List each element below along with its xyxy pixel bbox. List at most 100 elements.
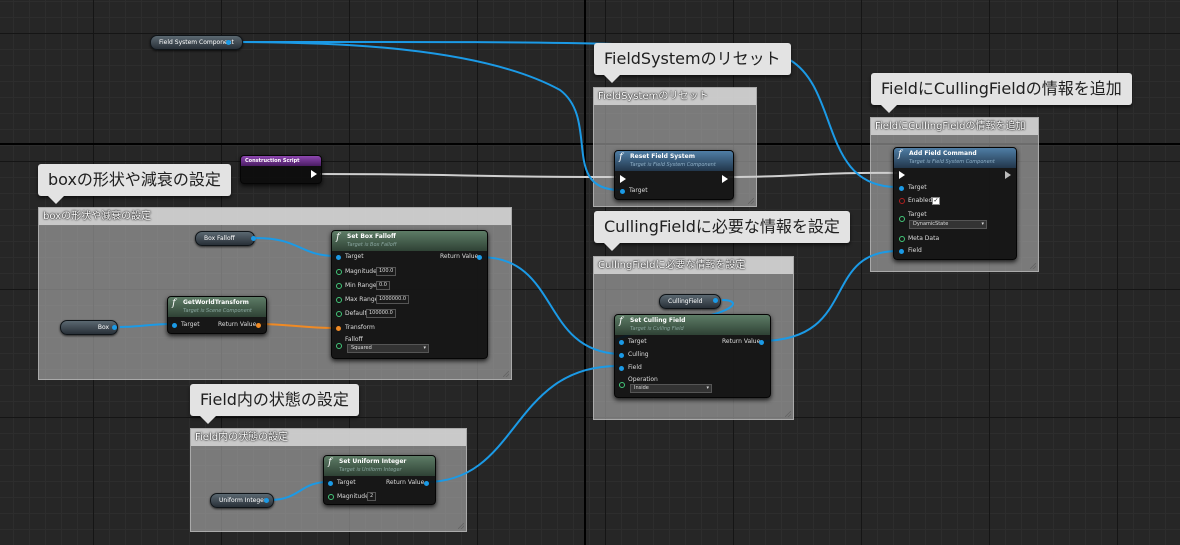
node-reset-field-system[interactable]: f Reset Field System Target is Field Sys…	[614, 150, 734, 200]
wire-fieldsystem-to-add-target	[229, 40, 899, 189]
field-pin[interactable]	[619, 366, 624, 371]
wire-culling-return-to-add-field	[759, 250, 899, 342]
pin-label-field: Field	[628, 364, 642, 371]
falloff-pin[interactable]	[336, 343, 342, 349]
pin-label-field: Field	[908, 247, 922, 254]
variable-output-pin[interactable]	[226, 40, 231, 45]
exec-wire-reset-to-add-command	[727, 171, 898, 178]
pin-label-return: Return Value	[722, 338, 761, 345]
operation-dropdown[interactable]: Inside	[630, 384, 712, 393]
target-pin[interactable]	[620, 189, 625, 194]
exec-input-pin[interactable]	[620, 175, 626, 183]
wire-uniform-to-target	[269, 481, 329, 501]
target-pin[interactable]	[336, 255, 341, 260]
falloff-dropdown[interactable]: Squared	[347, 344, 429, 353]
comment-bubble-culling-required[interactable]: CullingFieldに必要な情報を設定	[594, 211, 850, 251]
function-icon: f	[336, 232, 340, 243]
comment-bubble-box-shape[interactable]: boxの形状や減衰の設定	[38, 164, 231, 204]
node-get-world-transform[interactable]: f GetWorldTransform Target is Scene Comp…	[167, 296, 267, 334]
wire-transform	[257, 323, 337, 329]
node-set-uniform-integer[interactable]: f Set Uniform Integer Target is Uniform …	[323, 455, 436, 505]
pin-label-max-range: Max Range	[345, 296, 379, 303]
return-pin[interactable]	[424, 481, 429, 486]
node-subtitle: Target is Field System Component	[909, 159, 995, 165]
variable-culling-field[interactable]: CullingField	[659, 294, 721, 309]
default-input[interactable]: 100000.0	[366, 309, 396, 318]
variable-output-pin[interactable]	[713, 298, 718, 303]
pin-label-falloff: Falloff	[345, 336, 363, 343]
comment-bubble-field-state[interactable]: Field内の状態の設定	[190, 384, 359, 424]
node-set-culling-field[interactable]: f Set Culling Field Target is Culling Fi…	[614, 314, 771, 398]
magnitude-pin[interactable]	[328, 494, 334, 500]
target-enum-pin[interactable]	[899, 216, 905, 222]
node-add-field-command[interactable]: f Add Field Command Target is Field Syst…	[893, 147, 1017, 260]
min-range-pin[interactable]	[336, 283, 342, 289]
variable-box-falloff[interactable]: Box Falloff	[195, 231, 255, 246]
node-title: Set Culling Field	[630, 317, 686, 324]
return-pin[interactable]	[759, 340, 764, 345]
variable-box[interactable]: Box	[60, 320, 118, 335]
node-subtitle: Target is Field System Component	[630, 162, 716, 168]
enabled-checkbox[interactable]: ✓	[932, 197, 940, 205]
wire-uniform-return-to-field	[425, 365, 619, 483]
pin-label-magnitude: Magnitude	[345, 268, 377, 275]
target-pin[interactable]	[172, 323, 177, 328]
transform-pin[interactable]	[336, 326, 341, 331]
exec-output-pin[interactable]	[722, 175, 728, 183]
variable-label: CullingField	[668, 298, 703, 305]
pin-label-target: Target	[629, 187, 648, 194]
node-title: Construction Script	[245, 158, 300, 164]
magnitude-pin[interactable]	[336, 269, 342, 275]
pin-label-target: Target	[181, 321, 200, 328]
min-range-input[interactable]: 0.0	[376, 281, 390, 290]
pin-label-transform: Transform	[345, 324, 375, 331]
function-icon: f	[898, 149, 902, 160]
exec-output-pin[interactable]	[1005, 171, 1011, 179]
magnitude-input[interactable]: 100.0	[376, 267, 397, 276]
meta-data-pin[interactable]	[899, 236, 905, 242]
exec-output-pin[interactable]	[311, 170, 317, 178]
pin-label-target-enum: Target	[908, 211, 927, 218]
wire-box-to-gwt-target	[119, 323, 173, 328]
max-range-pin[interactable]	[336, 297, 342, 303]
pin-label-default: Default	[345, 310, 367, 317]
exec-wire-construction-to-reset	[319, 173, 617, 178]
variable-label: Uniform Integer	[219, 497, 267, 504]
enabled-pin[interactable]	[899, 198, 905, 204]
max-range-input[interactable]: 1000000.0	[376, 295, 410, 304]
target-dropdown[interactable]: DynamicState	[909, 220, 987, 229]
pin-label-meta-data: Meta Data	[908, 235, 940, 242]
pin-label-return: Return Value	[386, 479, 425, 486]
target-pin[interactable]	[619, 340, 624, 345]
node-subtitle: Target is Scene Component	[183, 308, 252, 314]
field-pin[interactable]	[899, 249, 904, 254]
pin-label-magnitude: Magnitude	[337, 493, 369, 500]
variable-output-pin[interactable]	[251, 236, 256, 241]
variable-output-pin[interactable]	[112, 325, 117, 330]
node-subtitle: Target is Box Falloff	[347, 242, 397, 248]
comment-bubble-field-system-reset[interactable]: FieldSystemのリセット	[594, 43, 791, 83]
exec-input-pin[interactable]	[899, 171, 905, 179]
node-subtitle: Target is Culling Field	[630, 326, 684, 332]
target-pin[interactable]	[328, 481, 333, 486]
function-icon: f	[328, 457, 332, 468]
return-pin[interactable]	[477, 255, 482, 260]
operation-pin[interactable]	[619, 382, 625, 388]
pin-label-operation: Operation	[628, 376, 658, 383]
node-title: Add Field Command	[909, 150, 977, 157]
node-construction-script[interactable]: Construction Script	[240, 155, 322, 184]
magnitude-input[interactable]: 2	[367, 492, 377, 501]
comment-bubble-field-culling-info[interactable]: FieldにCullingFieldの情報を追加	[871, 73, 1132, 113]
variable-output-pin[interactable]	[264, 498, 269, 503]
default-pin[interactable]	[336, 311, 342, 317]
pin-label-return: Return Value	[440, 253, 479, 260]
wire-boxfalloff-return-to-culling	[479, 256, 619, 355]
pin-label-target: Target	[345, 253, 364, 260]
return-pin[interactable]	[256, 323, 261, 328]
culling-pin[interactable]	[619, 353, 624, 358]
node-title: Set Box Falloff	[347, 233, 396, 240]
node-set-box-falloff[interactable]: f Set Box Falloff Target is Box Falloff …	[331, 230, 488, 359]
function-icon: f	[172, 298, 176, 309]
target-pin[interactable]	[899, 186, 904, 191]
function-icon: f	[619, 152, 623, 163]
